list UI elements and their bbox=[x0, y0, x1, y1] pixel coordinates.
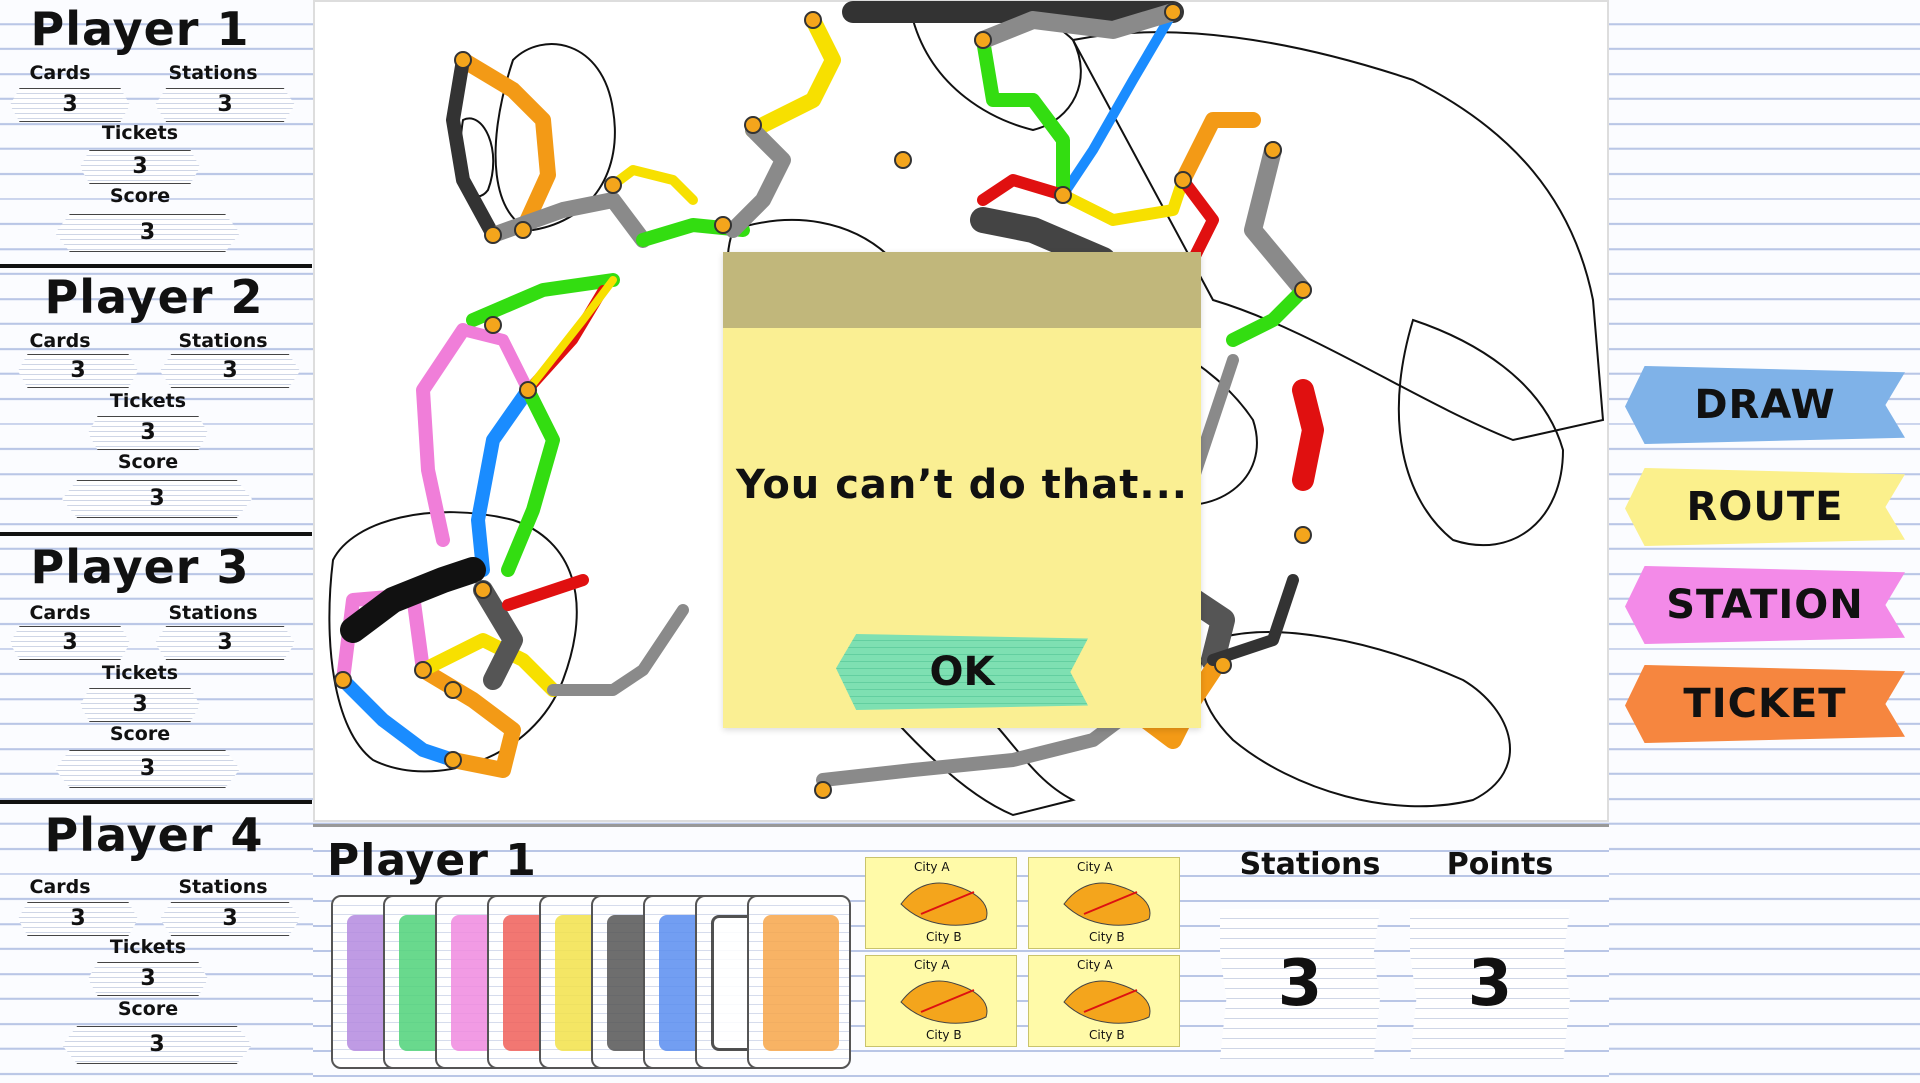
player-name: Player 1 bbox=[30, 2, 250, 56]
cards-label: Cards bbox=[29, 602, 91, 624]
stations-label: Stations bbox=[168, 602, 258, 624]
tickets-value: 3 bbox=[80, 150, 200, 184]
route-green-5 bbox=[1226, 283, 1310, 347]
cards-label: Cards bbox=[29, 876, 91, 898]
ok-button[interactable]: OK bbox=[836, 634, 1088, 710]
points-counter: 3 bbox=[1410, 909, 1570, 1059]
route-red-5 bbox=[1292, 379, 1324, 491]
stations-label: Stations bbox=[178, 330, 268, 352]
ticket-city-b: City B bbox=[926, 930, 962, 944]
tickets-value: 3 bbox=[88, 962, 208, 996]
ticket-city-a: City A bbox=[914, 860, 950, 874]
player-4-panel: Player 4 Cards Stations 3 3 Tickets 3 Sc… bbox=[0, 808, 312, 1076]
players-panel: Player 1 Cards Stations 3 3 Tickets 3 Sc… bbox=[0, 0, 312, 1080]
ticket-city-a: City A bbox=[914, 958, 950, 972]
cards-value: 3 bbox=[10, 88, 130, 122]
score-value: 3 bbox=[62, 480, 252, 518]
cards-value: 3 bbox=[18, 902, 138, 936]
ticket-city-a: City A bbox=[1077, 958, 1113, 972]
route-pink-2 bbox=[457, 324, 534, 396]
hand-panel: Player 1 City A City B City A City B Cit… bbox=[313, 824, 1609, 1083]
tickets-label: Tickets bbox=[101, 662, 179, 684]
route-gray-4 bbox=[725, 122, 791, 238]
route-green-4 bbox=[976, 33, 1070, 202]
score-value: 3 bbox=[62, 1026, 252, 1064]
route-black bbox=[446, 53, 500, 242]
tickets-label: Tickets bbox=[101, 122, 179, 144]
destination-ticket[interactable]: City A City B bbox=[1028, 955, 1180, 1047]
route-pink bbox=[416, 323, 470, 547]
game-map[interactable]: You can’t do that... OK bbox=[313, 0, 1609, 822]
cards-label: Cards bbox=[29, 330, 91, 352]
station-button[interactable]: STATION bbox=[1625, 566, 1905, 644]
destination-ticket[interactable]: City A City B bbox=[865, 857, 1017, 949]
player-1-panel: Player 1 Cards Stations 3 3 Tickets 3 Sc… bbox=[0, 0, 312, 268]
route-red-3 bbox=[977, 174, 1069, 206]
train-card-orange[interactable] bbox=[747, 895, 851, 1069]
player-name: Player 4 bbox=[44, 808, 264, 862]
cards-value: 3 bbox=[10, 626, 130, 660]
points-label: Points bbox=[1446, 847, 1554, 882]
stations-value: 3 bbox=[155, 626, 295, 660]
hand-title: Player 1 bbox=[327, 835, 537, 886]
ticket-city-b: City B bbox=[1089, 930, 1125, 944]
ticket-city-b: City B bbox=[926, 1028, 962, 1042]
ticket-button[interactable]: TICKET bbox=[1625, 665, 1905, 743]
carriage-icon bbox=[763, 915, 839, 1051]
score-label: Score bbox=[117, 998, 179, 1020]
dialog-header bbox=[723, 252, 1201, 328]
route-orange-3 bbox=[1175, 112, 1261, 188]
player-2-panel: Player 2 Cards Stations 3 3 Tickets 3 Sc… bbox=[0, 268, 312, 536]
route-button[interactable]: ROUTE bbox=[1625, 468, 1905, 546]
stations-counter: 3 bbox=[1220, 909, 1380, 1059]
stations-value: 3 bbox=[160, 902, 300, 936]
tickets-label: Tickets bbox=[109, 390, 187, 412]
score-label: Score bbox=[109, 185, 171, 207]
route-yellow-4 bbox=[745, 12, 841, 138]
player-name: Player 2 bbox=[44, 270, 264, 324]
route-yellow-3 bbox=[608, 165, 698, 205]
route-gray-6 bbox=[1244, 141, 1312, 299]
score-value: 3 bbox=[55, 750, 240, 788]
score-value: 3 bbox=[55, 214, 240, 252]
destination-ticket[interactable]: City A City B bbox=[1028, 857, 1180, 949]
player-3-panel: Player 3 Cards Stations 3 3 Tickets 3 Sc… bbox=[0, 536, 312, 804]
cards-value: 3 bbox=[18, 354, 138, 388]
stations-label: Stations bbox=[178, 876, 268, 898]
stations-value: 3 bbox=[160, 354, 300, 388]
route-yellow-5 bbox=[1057, 174, 1189, 226]
cards-label: Cards bbox=[29, 62, 91, 84]
ticket-city-b: City B bbox=[1089, 1028, 1125, 1042]
dialog-message: You can’t do that... bbox=[736, 462, 1188, 508]
stations-label: Stations bbox=[1239, 847, 1381, 882]
tickets-value: 3 bbox=[88, 416, 208, 450]
destination-ticket[interactable]: City A City B bbox=[865, 955, 1017, 1047]
stations-value: 3 bbox=[155, 88, 295, 122]
score-label: Score bbox=[109, 723, 171, 745]
score-label: Score bbox=[117, 451, 179, 473]
tickets-value: 3 bbox=[80, 688, 200, 722]
tickets-label: Tickets bbox=[109, 936, 187, 958]
ticket-map-icon bbox=[900, 882, 988, 926]
ticket-map-icon bbox=[1063, 882, 1151, 926]
alert-dialog: You can’t do that... OK bbox=[723, 252, 1201, 728]
route-red-2 bbox=[502, 574, 589, 611]
draw-button[interactable]: DRAW bbox=[1625, 366, 1905, 444]
player-name: Player 3 bbox=[30, 540, 250, 594]
ticket-map-icon bbox=[1063, 980, 1151, 1024]
ticket-map-icon bbox=[900, 980, 988, 1024]
ticket-city-a: City A bbox=[1077, 860, 1113, 874]
stations-label: Stations bbox=[168, 62, 258, 84]
